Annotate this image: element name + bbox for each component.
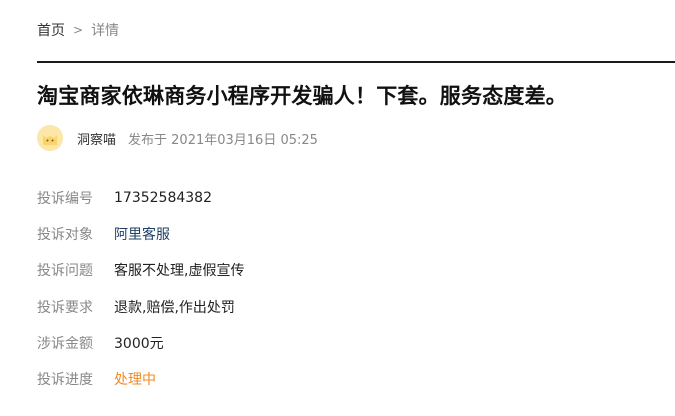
info-row-demand: 投诉要求 退款,赔偿,作出处罚 <box>37 289 244 325</box>
author-row: 洞察喵 发布于 2021年03月16日 05:25 <box>37 124 318 152</box>
amount-label: 涉诉金额 <box>37 335 93 352</box>
progress-status: 处理中 <box>114 371 156 388</box>
header-divider <box>37 61 675 63</box>
publish-time: 发布于 2021年03月16日 05:25 <box>128 132 318 148</box>
info-row-progress: 投诉进度 处理中 <box>37 361 244 397</box>
target-label: 投诉对象 <box>37 227 93 244</box>
complaint-info-list: 投诉编号 17352584382 投诉对象 阿里客服 投诉问题 客服不处理,虚假… <box>37 180 244 397</box>
info-row-amount: 涉诉金额 3000元 <box>37 325 244 361</box>
amount-value: 3000元 <box>114 335 164 352</box>
breadcrumb-home-link[interactable]: 首页 <box>37 20 65 40</box>
breadcrumb-separator: > <box>73 23 84 37</box>
info-row-number: 投诉编号 17352584382 <box>37 180 244 216</box>
complaint-title: 淘宝商家依琳商务小程序开发骗人！下套。服务态度差。 <box>37 84 567 108</box>
issue-label: 投诉问题 <box>37 263 93 280</box>
number-value: 17352584382 <box>114 190 212 206</box>
target-link[interactable]: 阿里客服 <box>114 224 170 244</box>
breadcrumb-current: 详情 <box>91 23 120 39</box>
progress-label: 投诉进度 <box>37 371 93 388</box>
number-label: 投诉编号 <box>37 191 93 207</box>
demand-value: 退款,赔偿,作出处罚 <box>114 299 235 316</box>
issue-value: 客服不处理,虚假宣传 <box>114 263 245 280</box>
breadcrumb: 首页 > 详情 <box>37 20 119 40</box>
author-name[interactable]: 洞察喵 <box>77 129 116 148</box>
cat-avatar-icon[interactable] <box>37 125 63 151</box>
info-row-target: 投诉对象 阿里客服 <box>37 216 244 252</box>
info-row-issue: 投诉问题 客服不处理,虚假宣传 <box>37 252 244 288</box>
demand-label: 投诉要求 <box>37 299 93 316</box>
